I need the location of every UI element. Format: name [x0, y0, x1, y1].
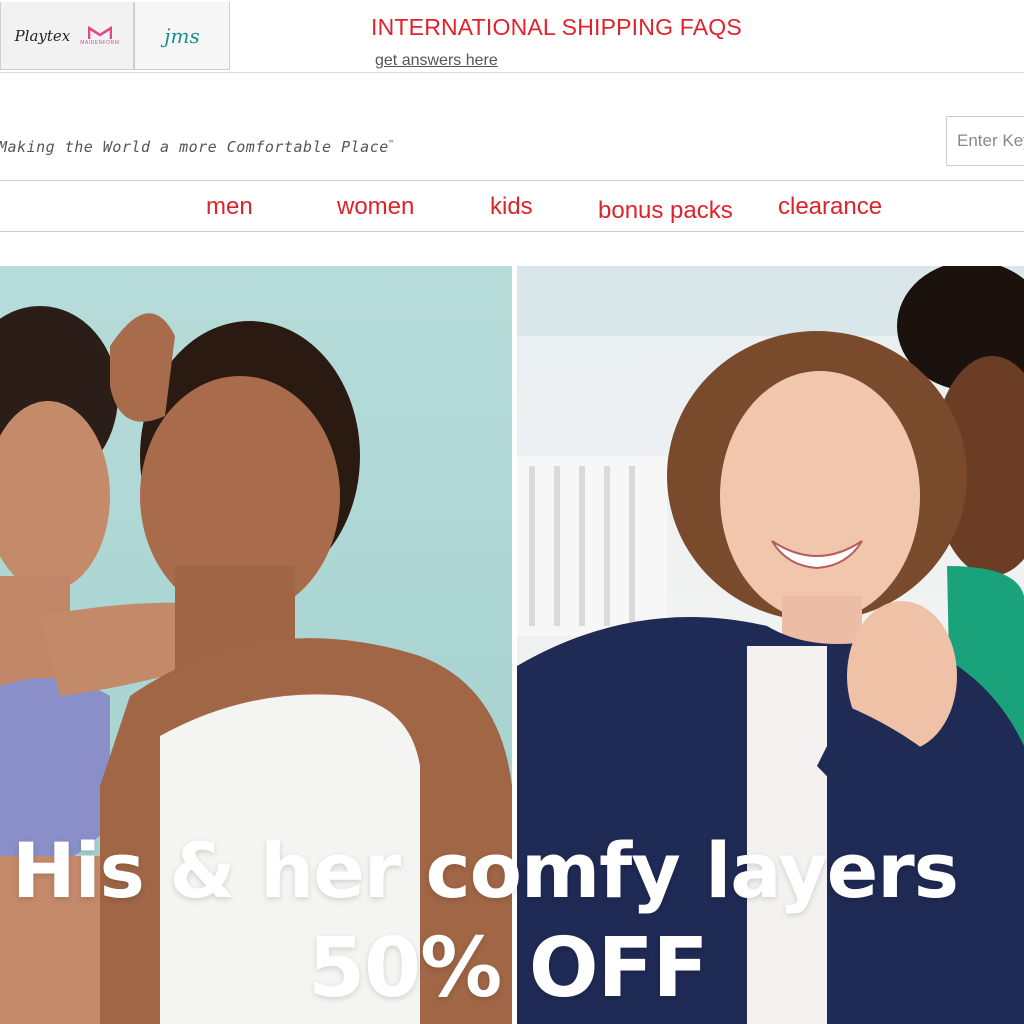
nav-item-clearance[interactable]: clearance	[778, 193, 882, 221]
playtex-logo: Playtex	[14, 26, 71, 45]
brand-tabs: Playtex MAIDENFORM jms	[0, 2, 230, 72]
divider	[0, 231, 1024, 232]
promo-link[interactable]: get answers here	[375, 52, 498, 70]
maidenform-m-icon	[87, 25, 112, 39]
brand-tab-playtex-maidenform[interactable]: Playtex MAIDENFORM	[0, 2, 134, 70]
search-input[interactable]	[946, 116, 1024, 166]
divider	[0, 72, 1024, 73]
tagline-text: Making the World a more Comfortable Plac…	[0, 138, 389, 156]
trademark-mark: ™	[388, 139, 395, 148]
promo-title: INTERNATIONAL SHIPPING FAQS	[371, 14, 742, 40]
nav-item-women[interactable]: women	[337, 193, 414, 221]
hero-offer: 50% OFF	[308, 921, 709, 1016]
tagline: Making the World a more Comfortable Plac…	[0, 138, 394, 156]
hero-banner[interactable]: His & her comfy layers 50% OFF	[0, 266, 1024, 1024]
nav-item-bonus-packs[interactable]: bonus packs	[598, 197, 733, 225]
jms-logo: jms	[164, 23, 200, 48]
maidenform-logo: MAIDENFORM	[80, 25, 120, 46]
nav-item-men[interactable]: men	[206, 193, 253, 221]
nav-item-kids[interactable]: kids	[490, 193, 533, 221]
maidenform-wordmark: MAIDENFORM	[80, 39, 120, 46]
hero-headline: His & her comfy layers	[12, 826, 959, 915]
divider	[0, 180, 1024, 181]
brand-tab-jms[interactable]: jms	[134, 2, 230, 70]
